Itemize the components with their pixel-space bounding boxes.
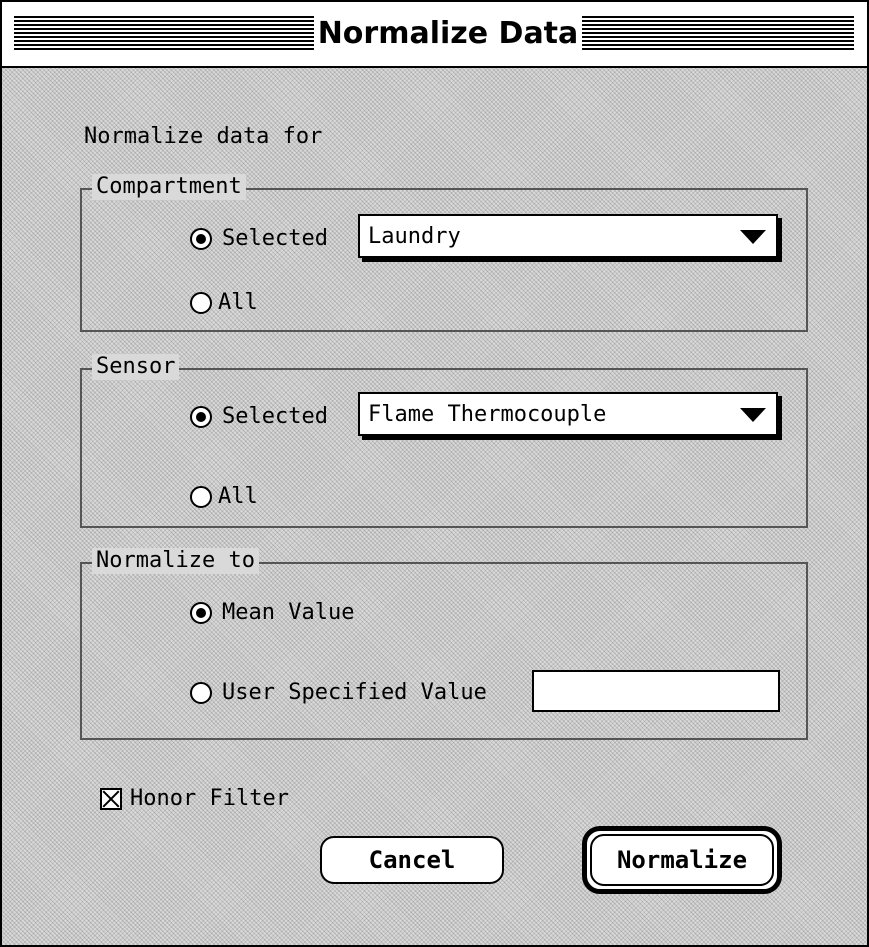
compartment-all-label[interactable]: All: [218, 290, 258, 316]
sensor-all-radio[interactable]: [190, 486, 212, 508]
sensor-all-label[interactable]: All: [218, 484, 258, 510]
normalize-button-label: Normalize: [590, 834, 774, 886]
window-title: Normalize Data: [314, 14, 582, 54]
compartment-selected-label[interactable]: Selected: [222, 226, 328, 252]
sensor-popup-value: Flame Thermocouple: [368, 402, 607, 427]
mean-value-label[interactable]: Mean Value: [222, 600, 354, 626]
sensor-selected-radio[interactable]: [190, 406, 212, 428]
normalize-button[interactable]: Normalize: [582, 826, 782, 894]
honor-filter-label[interactable]: Honor Filter: [130, 786, 289, 812]
user-specified-value-radio[interactable]: [190, 682, 212, 704]
user-specified-value-input[interactable]: [532, 670, 780, 712]
sensor-popup[interactable]: Flame Thermocouple: [358, 392, 778, 436]
cancel-button[interactable]: Cancel: [320, 836, 504, 884]
sensor-selected-label[interactable]: Selected: [222, 404, 328, 430]
compartment-legend: Compartment: [92, 174, 246, 200]
compartment-selected-radio[interactable]: [190, 228, 212, 250]
honor-filter-checkbox[interactable]: [100, 788, 122, 810]
chevron-down-icon: [740, 408, 766, 422]
normalize-to-legend: Normalize to: [92, 548, 259, 574]
title-bar-stripes-right: [582, 16, 854, 50]
intro-label: Normalize data for: [84, 124, 323, 149]
compartment-popup-value: Laundry: [368, 224, 461, 249]
normalize-data-dialog: Normalize Data Normalize data for Compar…: [0, 0, 869, 947]
compartment-group: Compartment: [80, 174, 808, 332]
sensor-legend: Sensor: [92, 354, 180, 380]
user-specified-value-label[interactable]: User Specified Value: [222, 680, 487, 706]
chevron-down-icon: [740, 230, 766, 244]
title-bar-stripes-left: [14, 16, 314, 50]
mean-value-radio[interactable]: [190, 602, 212, 624]
normalize-to-group: Normalize to: [80, 548, 808, 740]
title-bar[interactable]: Normalize Data: [2, 2, 867, 68]
compartment-all-radio[interactable]: [190, 292, 212, 314]
compartment-popup[interactable]: Laundry: [358, 214, 778, 258]
